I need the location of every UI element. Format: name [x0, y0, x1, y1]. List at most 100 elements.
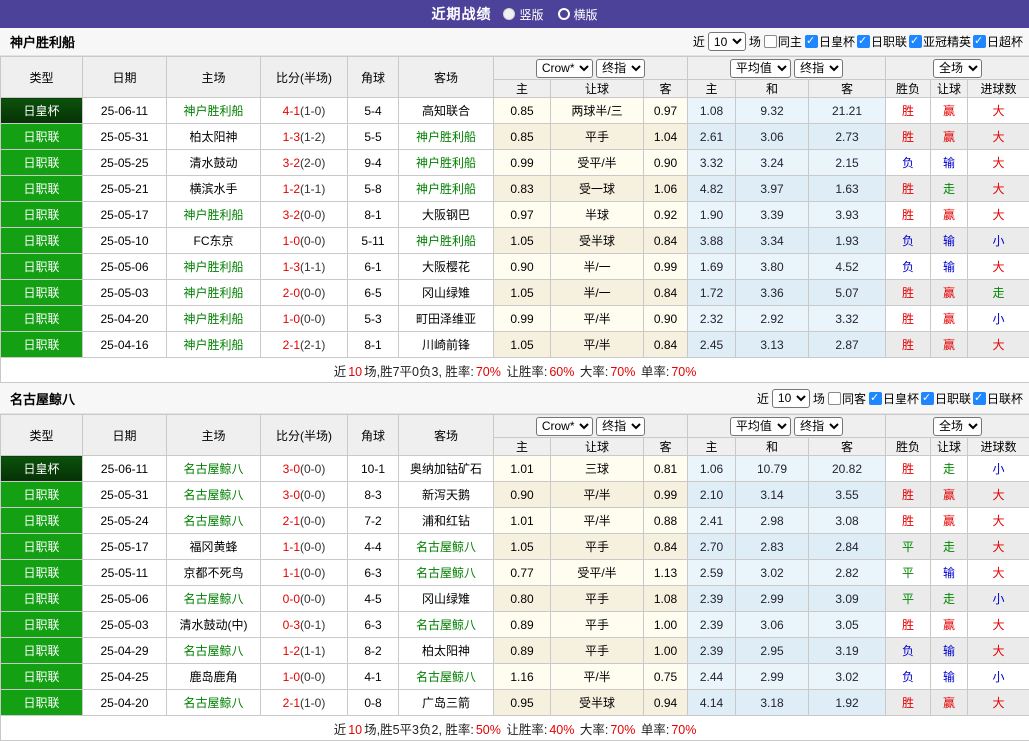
away-team[interactable]: 町田泽维亚 — [399, 306, 494, 332]
away-team[interactable]: 名古屋鲸八 — [399, 612, 494, 638]
recent-count-select[interactable]: 10 — [708, 32, 746, 51]
bookmaker-select[interactable]: Crow* — [536, 417, 593, 436]
league-filter[interactable]: 日超杯 — [973, 33, 1023, 50]
home-team[interactable]: 清水鼓动 — [167, 150, 261, 176]
home-team[interactable]: 神户胜利船 — [167, 202, 261, 228]
away-team[interactable]: 奥纳加钴矿石 — [399, 456, 494, 482]
away-team[interactable]: 大阪樱花 — [399, 254, 494, 280]
home-team[interactable]: 神户胜利船 — [167, 332, 261, 358]
recent-count-select-2[interactable]: 10 — [772, 389, 810, 408]
away-team[interactable]: 冈山绿雉 — [399, 280, 494, 306]
away-team[interactable]: 神户胜利船 — [399, 176, 494, 202]
crow-away-odds: 1.04 — [644, 124, 688, 150]
fulltime-score: 1-1 — [283, 566, 300, 580]
home-team[interactable]: 名古屋鲸八 — [167, 508, 261, 534]
checkbox-unchecked-icon[interactable] — [764, 35, 777, 48]
home-team[interactable]: 神户胜利船 — [167, 280, 261, 306]
away-team[interactable]: 广岛三箭 — [399, 690, 494, 716]
average-select[interactable]: 平均值 — [730, 417, 791, 436]
halftime-score: (0-0) — [300, 462, 325, 476]
radio-horizontal-option[interactable]: 横版 — [558, 6, 598, 23]
summary-segment: 70% — [475, 365, 502, 379]
away-team[interactable]: 名古屋鲸八 — [399, 664, 494, 690]
league-filter[interactable]: 日皇杯 — [805, 33, 855, 50]
checkbox-checked-icon[interactable] — [857, 35, 870, 48]
match-date: 25-05-25 — [83, 150, 167, 176]
corner-score: 5-3 — [348, 306, 399, 332]
match-date: 25-05-31 — [83, 124, 167, 150]
league-filter[interactable]: 日职联 — [857, 33, 907, 50]
home-team[interactable]: 横滨水手 — [167, 176, 261, 202]
full-match-select[interactable]: 全场 — [933, 59, 982, 78]
league-filter[interactable]: 日职联 — [921, 390, 971, 407]
corner-score: 6-3 — [348, 612, 399, 638]
home-team[interactable]: 名古屋鲸八 — [167, 690, 261, 716]
away-team[interactable]: 高知联合 — [399, 98, 494, 124]
result-cell: 胜 — [886, 176, 931, 202]
final-odds-select[interactable]: 终指 — [596, 417, 645, 436]
avg-draw-odds: 2.95 — [736, 638, 809, 664]
checkbox-checked-icon[interactable] — [909, 35, 922, 48]
checkbox-checked-icon[interactable] — [973, 392, 986, 405]
checkbox-checked-icon[interactable] — [973, 35, 986, 48]
home-team[interactable]: 柏太阳神 — [167, 124, 261, 150]
summary-segment: 单率: — [636, 365, 670, 379]
halftime-score: (0-0) — [300, 566, 325, 580]
checkbox-unchecked-icon[interactable] — [828, 392, 841, 405]
away-team[interactable]: 名古屋鲸八 — [399, 560, 494, 586]
crow-home-odds: 1.16 — [494, 664, 551, 690]
halftime-score: (1-1) — [300, 644, 325, 658]
home-team[interactable]: 名古屋鲸八 — [167, 456, 261, 482]
home-team[interactable]: 神户胜利船 — [167, 306, 261, 332]
away-team[interactable]: 神户胜利船 — [399, 124, 494, 150]
checkbox-checked-icon[interactable] — [921, 392, 934, 405]
home-team[interactable]: 神户胜利船 — [167, 254, 261, 280]
halftime-score: (0-0) — [300, 670, 325, 684]
away-team[interactable]: 神户胜利船 — [399, 228, 494, 254]
home-team[interactable]: 神户胜利船 — [167, 98, 261, 124]
home-team[interactable]: 名古屋鲸八 — [167, 482, 261, 508]
away-team[interactable]: 柏太阳神 — [399, 638, 494, 664]
col-away: 客场 — [399, 415, 494, 456]
league-filter[interactable]: 亚冠精英 — [909, 33, 971, 50]
crow-handicap: 受平/半 — [551, 560, 644, 586]
home-team[interactable]: 鹿岛鹿角 — [167, 664, 261, 690]
away-team[interactable]: 浦和红钻 — [399, 508, 494, 534]
result-cell: 负 — [886, 254, 931, 280]
handicap-result-cell: 赢 — [931, 280, 968, 306]
away-team[interactable]: 新泻天鹅 — [399, 482, 494, 508]
crow-home-odds: 0.83 — [494, 176, 551, 202]
radio-vertical-option[interactable]: 竖版 — [503, 6, 543, 23]
home-team[interactable]: 京都不死鸟 — [167, 560, 261, 586]
crow-handicap: 受一球 — [551, 176, 644, 202]
away-team[interactable]: 冈山绿雉 — [399, 586, 494, 612]
away-team[interactable]: 川崎前锋 — [399, 332, 494, 358]
halftime-score: (1-2) — [300, 130, 325, 144]
final-odds-select[interactable]: 终指 — [596, 59, 645, 78]
home-team[interactable]: 名古屋鲸八 — [167, 586, 261, 612]
col-crow-home: 主 — [494, 438, 551, 456]
away-team[interactable]: 神户胜利船 — [399, 150, 494, 176]
league-filter[interactable]: 日皇杯 — [869, 390, 919, 407]
fulltime-score: 3-2 — [283, 156, 300, 170]
full-match-select[interactable]: 全场 — [933, 417, 982, 436]
final-odds-select-2[interactable]: 终指 — [794, 417, 843, 436]
same-home-filter[interactable]: 同主 — [764, 33, 802, 50]
home-team[interactable]: FC东京 — [167, 228, 261, 254]
home-team[interactable]: 福冈黄蜂 — [167, 534, 261, 560]
home-team[interactable]: 名古屋鲸八 — [167, 638, 261, 664]
away-team[interactable]: 大阪钢巴 — [399, 202, 494, 228]
same-away-filter[interactable]: 同客 — [828, 390, 866, 407]
home-team[interactable]: 清水鼓动(中) — [167, 612, 261, 638]
bookmaker-select[interactable]: Crow* — [536, 59, 593, 78]
league-filter[interactable]: 日联杯 — [973, 390, 1023, 407]
radio-unselected-icon[interactable] — [558, 8, 570, 20]
summary-segment: 场,胜7平0负3, 胜率: — [363, 365, 475, 379]
col-date: 日期 — [83, 415, 167, 456]
checkbox-checked-icon[interactable] — [869, 392, 882, 405]
away-team[interactable]: 名古屋鲸八 — [399, 534, 494, 560]
radio-selected-icon[interactable] — [503, 8, 515, 20]
final-odds-select-2[interactable]: 终指 — [794, 59, 843, 78]
average-select[interactable]: 平均值 — [730, 59, 791, 78]
checkbox-checked-icon[interactable] — [805, 35, 818, 48]
